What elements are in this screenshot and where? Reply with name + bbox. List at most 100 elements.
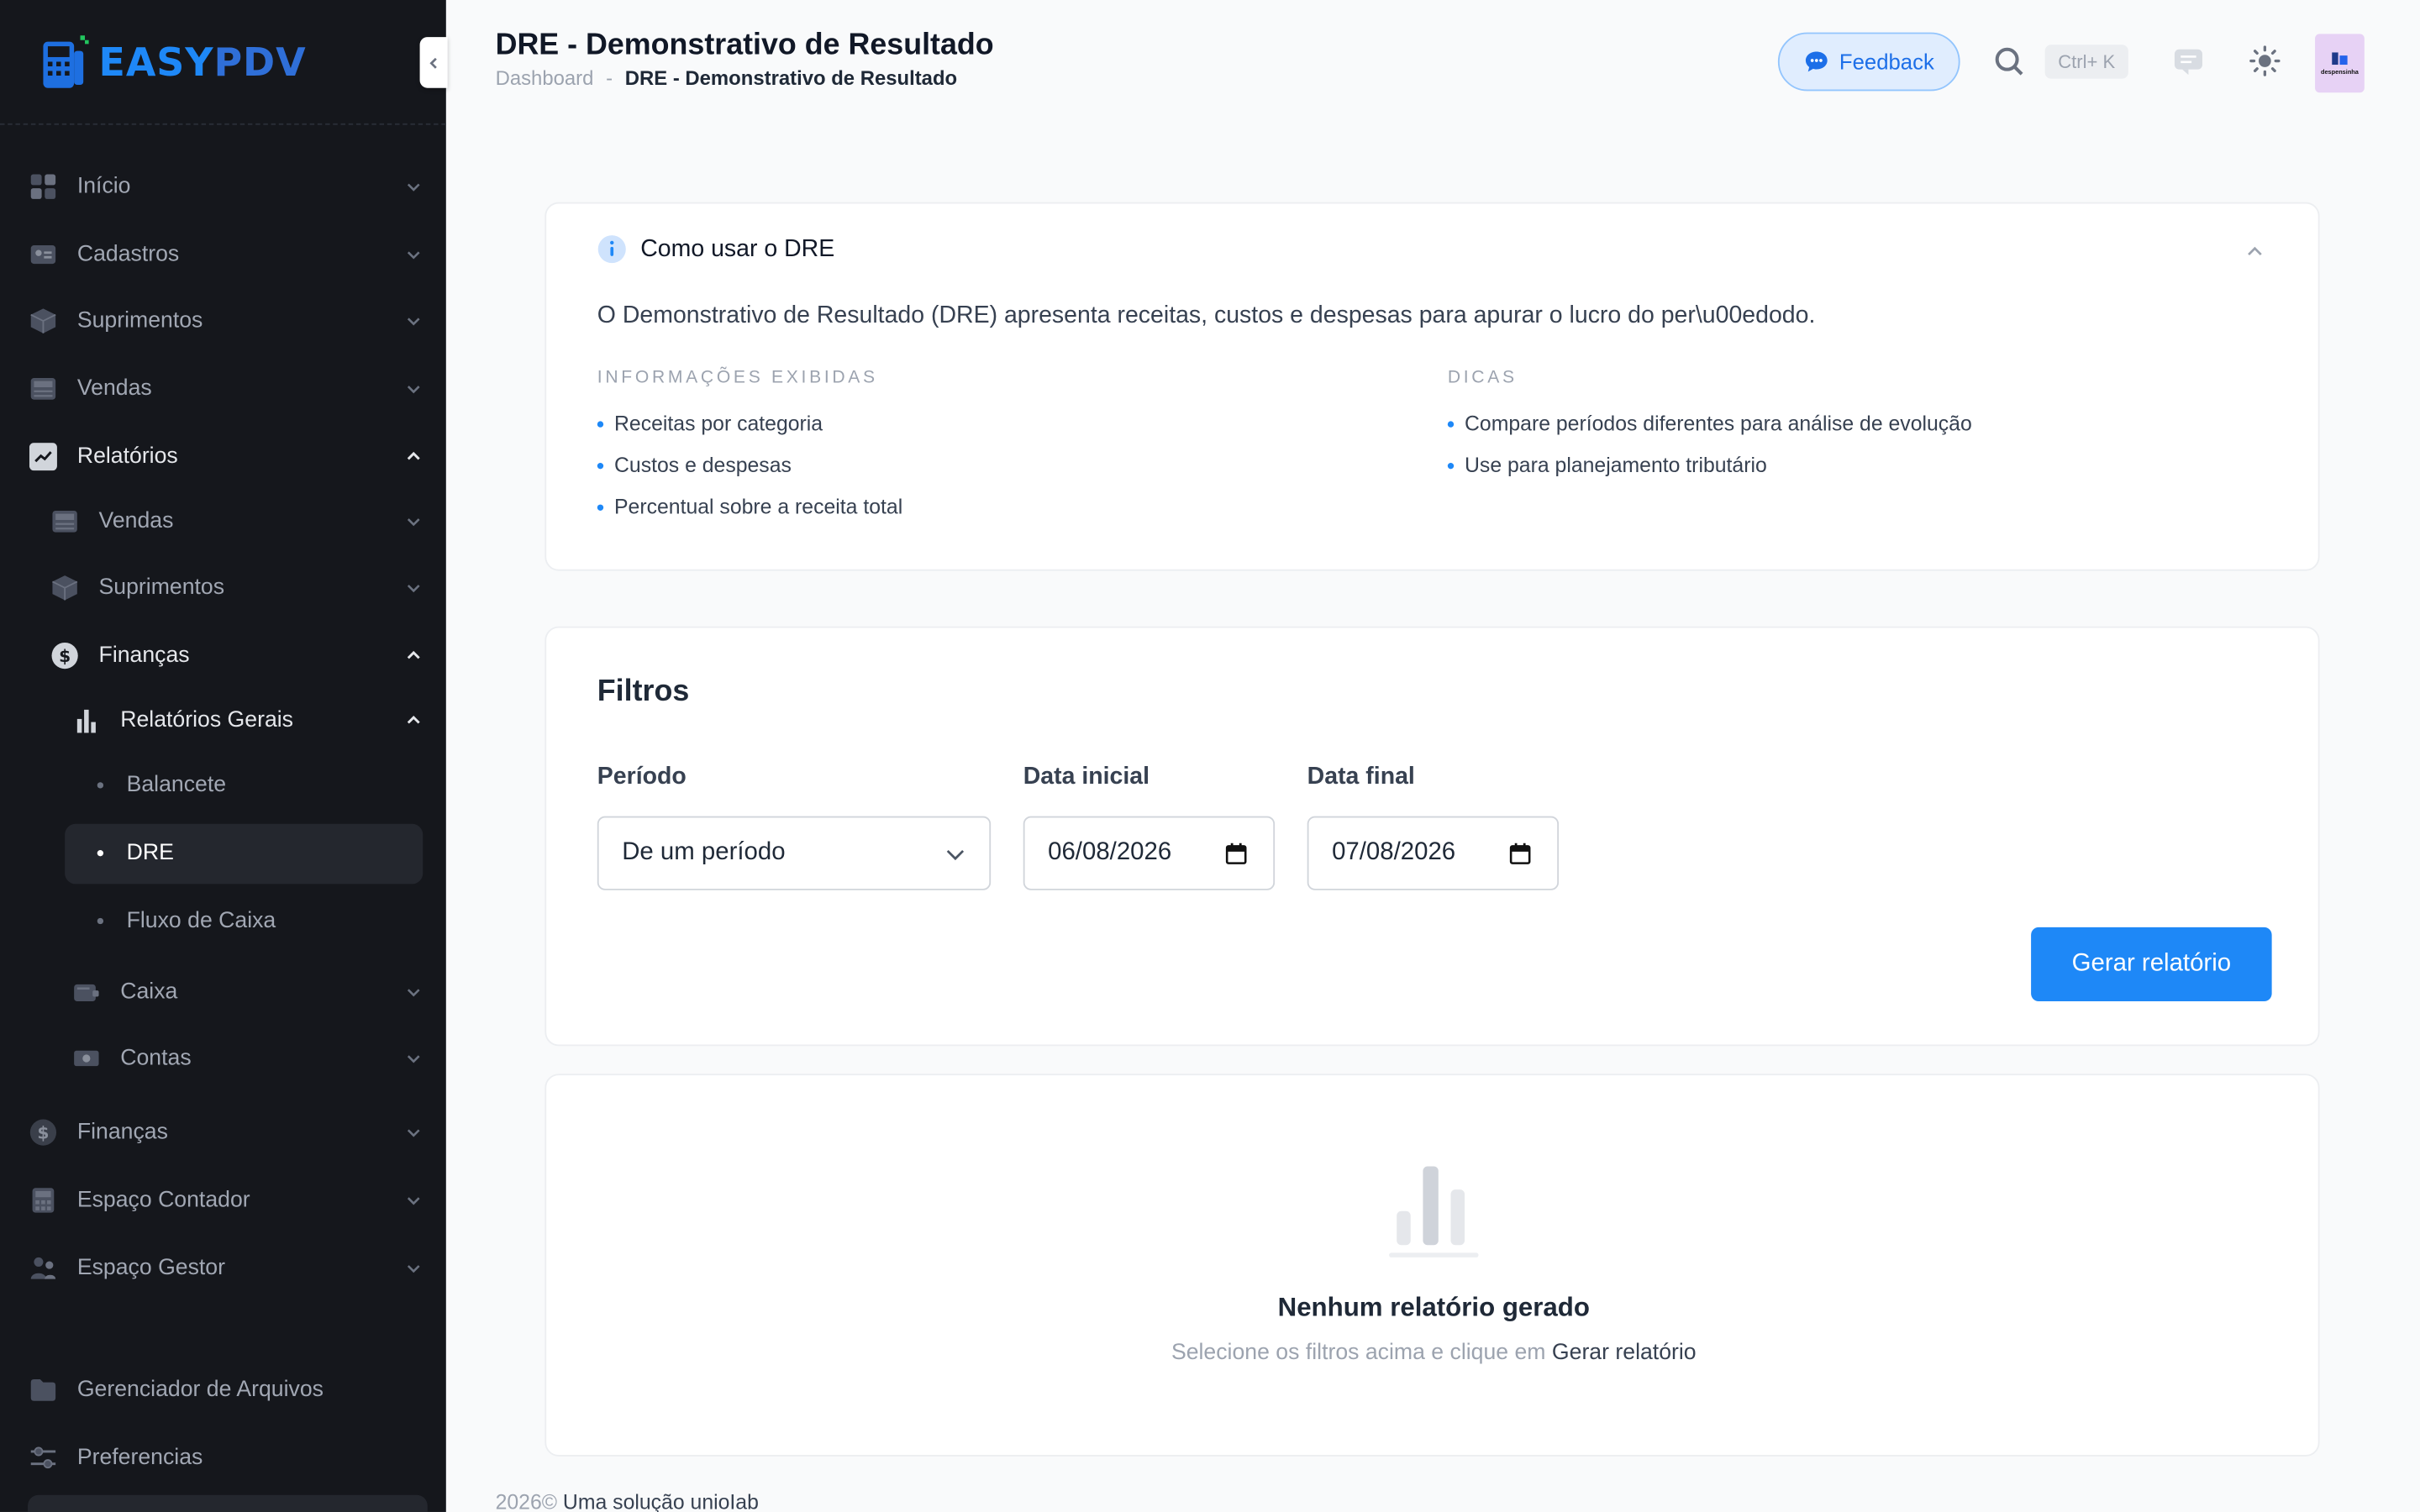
sidebar-item-balancete[interactable]: Balancete <box>0 754 446 816</box>
sliders-icon <box>29 1444 57 1472</box>
sidebar-item-label: Início <box>76 174 131 199</box>
chart-line-icon <box>29 443 57 471</box>
register-icon <box>51 507 79 535</box>
chevron-down-icon <box>407 1055 420 1063</box>
empty-state-title: Nenhum relatório gerado <box>1277 1293 1590 1323</box>
sidebar-user-panel[interactable] <box>28 1494 428 1512</box>
svg-text:$: $ <box>37 1122 49 1142</box>
period-select-value: De um período <box>622 839 786 866</box>
help-card-header[interactable]: Como usar o DRE <box>597 234 834 264</box>
sidebar: EASYPDV Início Cadastros Suprimentos Ven… <box>0 0 448 1512</box>
bullet-dot <box>597 462 604 469</box>
info-list-item-text: Receitas por categoria <box>614 412 823 435</box>
end-date-label: Data final <box>1307 764 1415 790</box>
generate-report-button[interactable]: Gerar relatório <box>2031 927 2272 1002</box>
breadcrumb-current: DRE - Demonstrativo de Resultado <box>624 66 958 90</box>
logo[interactable]: EASYPDV <box>0 0 446 125</box>
sidebar-item-label: Relatórios <box>76 444 178 470</box>
sidebar-item-relatorios-vendas[interactable]: Vendas <box>0 491 446 552</box>
sidebar-item-label: Gerenciador de Arquivos <box>76 1378 324 1403</box>
period-label: Período <box>597 764 687 790</box>
end-date-input[interactable]: 07/08/2026 <box>1307 816 1560 890</box>
help-card-title: Como usar o DRE <box>640 235 835 262</box>
chevron-down-icon <box>407 585 420 593</box>
tips-list-item-text: Use para planejamento tributário <box>1465 453 1767 477</box>
sidebar-item-financas[interactable]: $ Finanças <box>0 1101 446 1163</box>
sidebar-item-gerenciador-arquivos[interactable]: Gerenciador de Arquivos <box>0 1359 446 1420</box>
chevron-up-icon[interactable] <box>2244 241 2266 263</box>
breadcrumb-separator: - <box>606 66 613 90</box>
feedback-button[interactable]: Feedback <box>1777 32 1960 92</box>
tips-list-item-text: Compare períodos diferentes para análise… <box>1465 412 1972 435</box>
calendar-icon[interactable] <box>1509 843 1531 866</box>
sidebar-item-espaco-contador[interactable]: Espaço Contador <box>0 1169 446 1231</box>
tips-list-item: Use para planejamento tributário <box>1447 453 1767 477</box>
chevron-down-icon <box>407 1265 420 1273</box>
sidebar-item-label: Vendas <box>98 509 174 534</box>
sidebar-item-espaco-gestor[interactable]: Espaço Gestor <box>0 1237 446 1299</box>
sidebar-item-fluxo-de-caixa[interactable]: Fluxo de Caixa <box>0 890 446 952</box>
end-date-value: 07/08/2026 <box>1332 839 1456 866</box>
info-list-item: Receitas por categoria <box>597 412 823 435</box>
tips-list-item: Compare períodos diferentes para análise… <box>1447 412 1972 435</box>
sidebar-item-label: Espaço Gestor <box>76 1256 226 1281</box>
messages-icon[interactable] <box>2173 46 2204 77</box>
sidebar-item-suprimentos[interactable]: Suprimentos <box>0 290 446 351</box>
sidebar-item-dre[interactable]: DRE <box>0 822 446 884</box>
sidebar-item-label: Finanças <box>98 643 190 669</box>
calculator-icon <box>29 1186 57 1214</box>
footer: 2026© Uma solução unioIab <box>496 1490 759 1512</box>
grid-icon <box>29 173 57 201</box>
sidebar-item-inicio[interactable]: Início <box>0 156 446 218</box>
theme-toggle-sun-icon[interactable] <box>2249 45 2281 77</box>
logo-suffix: PDV <box>213 39 307 85</box>
users-icon <box>29 1254 57 1282</box>
sidebar-item-cadastros[interactable]: Cadastros <box>0 223 446 285</box>
breadcrumb-dashboard-link[interactable]: Dashboard <box>496 66 594 90</box>
info-section-title: INFORMAÇÕES EXIBIDAS <box>597 368 878 388</box>
tips-section-title: DICAS <box>1447 368 1518 388</box>
box-icon <box>51 574 79 601</box>
sidebar-item-relatorios[interactable]: Relatórios <box>0 426 446 487</box>
bar-chart-icon <box>72 706 100 734</box>
empty-state-action-link[interactable]: Gerar relatório <box>1552 1341 1697 1365</box>
sidebar-item-contas[interactable]: Contas <box>0 1027 446 1089</box>
chevron-up-icon <box>407 715 420 724</box>
sidebar-item-relatorios-suprimentos[interactable]: Suprimentos <box>0 557 446 618</box>
sidebar-collapse-button[interactable] <box>419 37 448 88</box>
sidebar-item-relatorios-gerais[interactable]: Relatórios Gerais <box>0 690 446 751</box>
page-title: DRE - Demonstrativo de Resultado <box>495 28 994 62</box>
chevron-down-icon <box>407 1197 420 1205</box>
folder-icon <box>29 1376 57 1404</box>
period-select[interactable]: De um período <box>597 816 992 890</box>
sidebar-item-preferencias[interactable]: Preferencias <box>0 1427 446 1488</box>
chevron-up-icon <box>407 451 420 460</box>
bullet-dot <box>597 420 604 427</box>
filters-title: Filtros <box>597 674 690 709</box>
box-icon <box>29 307 57 335</box>
sidebar-item-label: Vendas <box>76 376 152 402</box>
start-date-input[interactable]: 06/08/2026 <box>1023 816 1276 890</box>
svg-text:$: $ <box>59 646 71 666</box>
sidebar-item-label: Balancete <box>126 773 227 798</box>
start-date-label: Data inicial <box>1023 764 1150 790</box>
calendar-icon[interactable] <box>1225 843 1247 866</box>
sidebar-item-caixa[interactable]: Caixa <box>0 961 446 1022</box>
dollar-icon: $ <box>29 1119 57 1147</box>
chevron-down-icon <box>407 251 420 260</box>
search-icon[interactable] <box>1994 46 2025 77</box>
sidebar-item-vendas[interactable]: Vendas <box>0 358 446 419</box>
sidebar-item-label: Espaço Contador <box>76 1188 250 1213</box>
store-logo-icon <box>2332 52 2348 66</box>
bullet-dot <box>1447 420 1455 427</box>
sidebar-item-relatorios-financas[interactable]: $ Finanças <box>0 625 446 686</box>
chevron-down-icon <box>407 989 420 997</box>
chevron-down-icon <box>407 518 420 527</box>
avatar[interactable]: despensinha <box>2315 34 2365 93</box>
banknote-icon <box>72 1044 100 1072</box>
chevron-down-icon <box>407 1129 420 1137</box>
info-list-item-text: Percentual sobre a receita total <box>614 495 903 519</box>
register-icon <box>29 375 57 402</box>
filters-card: Filtros Período De um período Data inici… <box>544 626 2320 1047</box>
footer-brand-link[interactable]: Uma solução unioIab <box>563 1490 759 1512</box>
